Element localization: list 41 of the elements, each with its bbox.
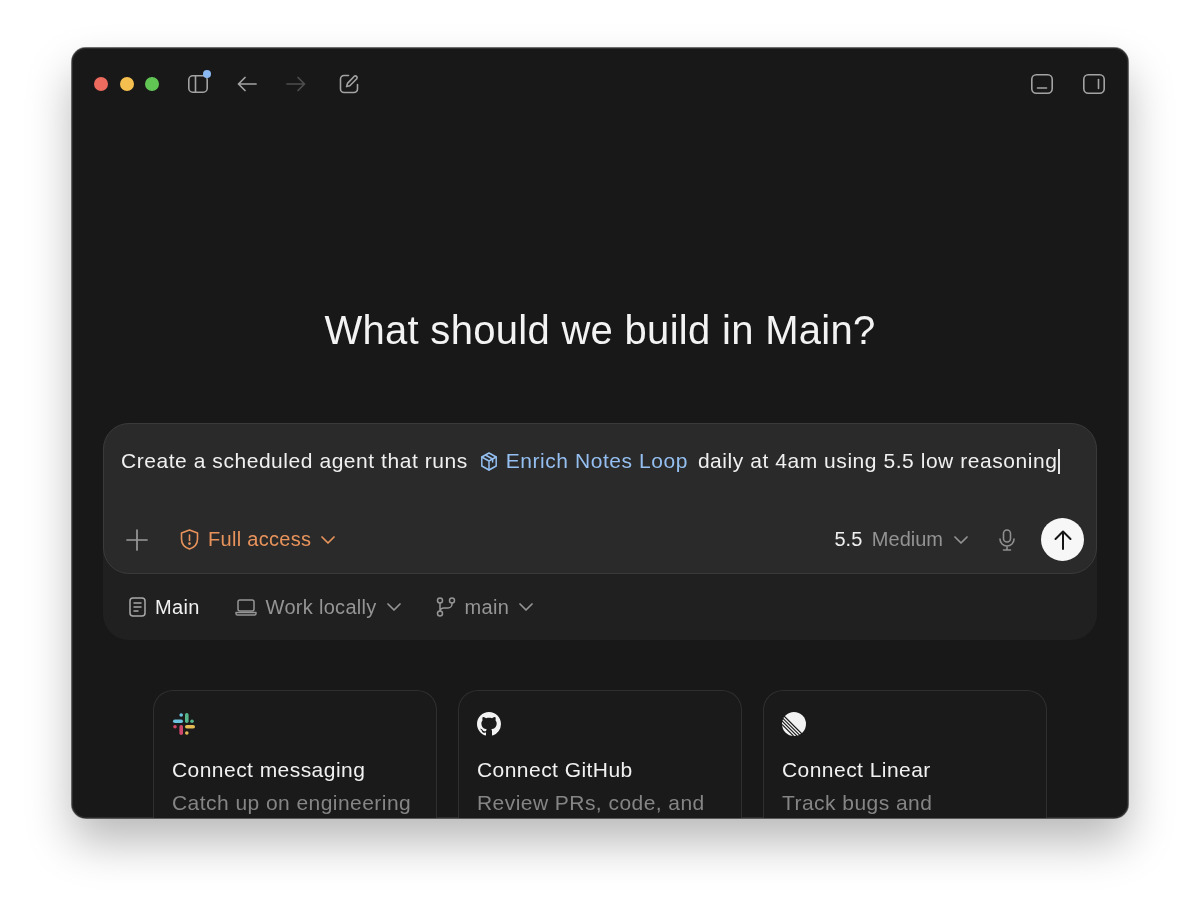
laptop-icon xyxy=(234,598,257,616)
branch-icon xyxy=(435,597,456,617)
cube-icon xyxy=(479,451,498,471)
integration-card[interactable]: Connect Linear Track bugs and xyxy=(763,690,1047,818)
sidebar-icon[interactable] xyxy=(188,75,208,93)
microphone-icon[interactable] xyxy=(999,528,1015,551)
bottom-panel-icon[interactable] xyxy=(1031,74,1053,94)
prompt-field[interactable]: Create a scheduled agent that runs Enrich Notes Loop daily at 4am using 5.5 low reasoning xyxy=(104,424,1096,518)
integration-card[interactable]: Connect messaging Catch up on engineering xyxy=(153,690,437,818)
striped-circle-icon xyxy=(782,712,806,736)
hash-logo-icon xyxy=(172,712,196,736)
integration-card[interactable]: Connect GitHub Review PRs, code, and xyxy=(458,690,742,818)
card-description: Catch up on engineering xyxy=(172,791,412,815)
chevron-down-icon xyxy=(954,535,968,544)
card-description: Track bugs and xyxy=(782,791,933,815)
card-title: Connect GitHub xyxy=(477,758,633,782)
environment-selector[interactable]: Work locally xyxy=(234,595,401,619)
arrow-up-icon xyxy=(1053,529,1072,550)
cat-silhouette-icon xyxy=(477,712,501,736)
prompt-text: Create a scheduled agent that runs xyxy=(121,448,468,474)
notebook-icon xyxy=(129,597,146,617)
zoom-button[interactable] xyxy=(145,77,159,91)
card-description: Review PRs, code, and xyxy=(477,791,705,815)
mention-link[interactable]: Enrich Notes Loop xyxy=(479,447,688,475)
card-title: Connect messaging xyxy=(172,758,366,782)
card-title: Connect Linear xyxy=(782,758,931,782)
branch-selector[interactable]: main xyxy=(435,595,534,619)
arrow-left-icon[interactable] xyxy=(237,76,257,92)
pencil-square-icon[interactable] xyxy=(339,74,359,94)
minimize-button[interactable] xyxy=(119,77,134,91)
chevron-down-icon xyxy=(321,535,336,544)
project-selector[interactable]: Main xyxy=(129,595,200,619)
prompt-text: daily at 4am using 5.5 low reasoning xyxy=(697,448,1058,474)
side-panel-icon[interactable] xyxy=(1083,74,1105,94)
page-heading: What should we build in Main? xyxy=(324,307,876,354)
send-button[interactable] xyxy=(1041,518,1084,561)
model-selector[interactable]: 5.5 Medium xyxy=(834,528,968,551)
plus-icon[interactable] xyxy=(126,528,148,551)
access-selector[interactable]: Full access xyxy=(180,528,336,551)
close-button[interactable] xyxy=(94,77,108,91)
shield-alert-icon xyxy=(180,529,199,550)
